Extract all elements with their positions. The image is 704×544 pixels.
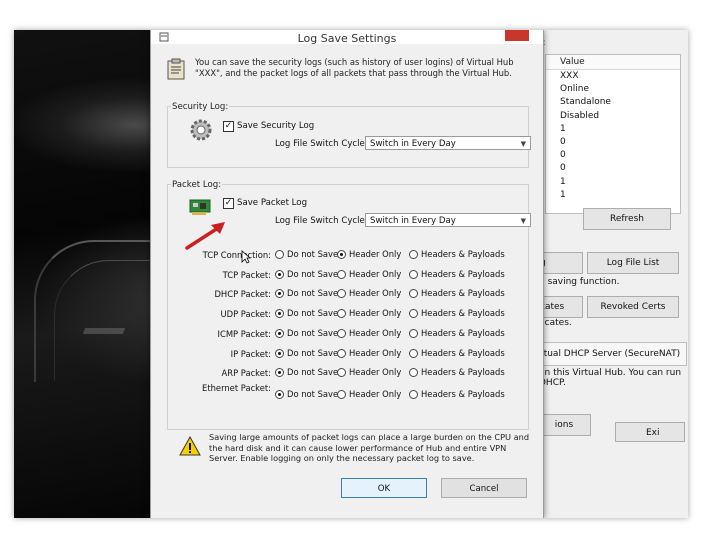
packet-option-label: Do not Save [287, 327, 339, 338]
packet-option-label: Header Only [349, 288, 402, 299]
packet-option-radio[interactable] [337, 250, 346, 259]
packet-option-label: Headers & Payloads [421, 367, 505, 378]
chevron-down-icon: ▼ [520, 217, 526, 225]
packet-option-radio[interactable] [275, 328, 284, 338]
cancel-button[interactable]: Cancel [441, 478, 527, 498]
refresh-button[interactable]: Refresh [583, 208, 671, 230]
list-item[interactable]: Online [546, 83, 680, 96]
log-file-list-button[interactable]: Log File List [587, 252, 679, 274]
packet-option-radio[interactable] [409, 269, 418, 279]
gear-icon [190, 119, 212, 141]
packet-option-label: Do not Save [287, 347, 339, 358]
mouse-cursor-icon [241, 250, 251, 264]
save-packet-log-checkbox[interactable]: ✓ [223, 198, 234, 209]
ok-button[interactable]: OK [341, 478, 427, 498]
red-arrow-annotation [185, 222, 225, 250]
packet-option-radio[interactable] [275, 269, 284, 279]
securenat-group-header: rtual DHCP Server (SecureNAT) [537, 342, 687, 366]
securenat-description-line1: on this Virtual Hub. You can run [539, 368, 682, 378]
packet-option-label: Header Only [349, 249, 402, 259]
packet-option-radio[interactable] [337, 328, 346, 338]
packet-option-label: Do not Save [287, 288, 339, 299]
dialog-title: Log Save Settings [297, 32, 397, 45]
packet-option-label: Headers & Payloads [421, 347, 505, 358]
chevron-down-icon: ▼ [520, 140, 526, 148]
packet-option-label: Do not Save [287, 367, 339, 378]
packet-option-radio[interactable] [409, 348, 418, 358]
packet-option-label: Header Only [349, 388, 402, 399]
save-security-log-label: Save Security Log [237, 121, 315, 131]
list-item[interactable]: Disabled [546, 110, 680, 123]
app-icon [159, 32, 169, 42]
list-item[interactable]: Standalone [546, 96, 680, 109]
packet-option-label: Headers & Payloads [421, 288, 505, 299]
packet-option-label: Headers & Payloads [421, 268, 505, 279]
list-item[interactable]: XXX [546, 70, 680, 83]
dialog-titlebar: Log Save Settings [151, 30, 543, 45]
packet-cycle-value: Switch in Every Day [370, 216, 456, 226]
warning-icon [179, 436, 201, 456]
packet-option-radio[interactable] [409, 250, 418, 259]
screenshot-frame: ): Value XXX Online Standalone Disabled … [14, 30, 688, 518]
packet-option-label: Do not Save [287, 249, 339, 259]
save-packet-log-label: Save Packet Log [237, 198, 308, 208]
packet-row-label: Ethernet Packet: [202, 382, 271, 393]
packet-option-label: Header Only [349, 308, 402, 319]
packet-option-radio[interactable] [275, 389, 284, 399]
packet-option-label: Do not Save [287, 268, 339, 279]
intro-text: You can save the security logs (such as … [195, 57, 514, 78]
packet-option-label: Header Only [349, 327, 402, 338]
revoked-certs-button[interactable]: Revoked Certs [587, 296, 679, 318]
list-item[interactable]: 0 [546, 136, 680, 149]
list-item[interactable]: 0 [546, 149, 680, 162]
clipboard-icon [167, 58, 185, 80]
packet-option-radio[interactable] [275, 250, 284, 259]
packet-option-radio[interactable] [337, 269, 346, 279]
securenat-options-button[interactable]: ions [537, 414, 591, 436]
network-card-icon [189, 199, 211, 215]
packet-option-label: Headers & Payloads [421, 388, 505, 399]
column-header-value[interactable]: Value [546, 55, 680, 70]
security-cycle-value: Switch in Every Day [370, 139, 456, 149]
packet-row-label: TCP Connection: [202, 250, 271, 260]
packet-row-label: DHCP Packet: [214, 289, 271, 300]
packet-option-radio[interactable] [275, 348, 284, 358]
list-item[interactable]: 1 [546, 123, 680, 136]
car-badge [82, 328, 126, 334]
packet-option-radio[interactable] [337, 389, 346, 399]
packet-row-label: UDP Packet: [220, 309, 271, 320]
packet-option-label: Headers & Payloads [421, 308, 505, 319]
security-cycle-label: Log File Switch Cycle: [275, 139, 368, 149]
list-item[interactable]: 0 [546, 162, 680, 175]
packet-option-radio[interactable] [409, 328, 418, 338]
log-save-settings-dialog: Log Save Settings You can save the secur… [150, 30, 544, 518]
close-button[interactable] [505, 30, 529, 41]
warning-text: Saving large amounts of packet logs can … [209, 432, 530, 463]
packet-row-label: IP Packet: [230, 348, 271, 359]
packet-cycle-label: Log File Switch Cycle: [275, 216, 368, 226]
packet-option-label: Header Only [349, 347, 402, 358]
packet-option-radio[interactable] [337, 348, 346, 358]
packet-option-label: Header Only [349, 268, 402, 279]
packet-cycle-select[interactable]: Switch in Every Day ▼ [365, 213, 531, 227]
list-item[interactable]: 1 [546, 176, 680, 189]
packet-log-group-label: Packet Log: [171, 180, 223, 190]
packet-row-label: TCP Packet: [222, 269, 271, 280]
background-window: ): Value XXX Online Standalone Disabled … [534, 30, 688, 518]
save-security-log-checkbox[interactable]: ✓ [223, 121, 234, 132]
exit-button[interactable]: Exi [615, 422, 685, 442]
packet-option-label: Header Only [349, 367, 402, 378]
list-item[interactable]: 1 [546, 189, 680, 202]
log-description-text: g saving function. [539, 277, 620, 287]
packet-row-label: ICMP Packet: [217, 328, 271, 339]
security-log-group-label: Security Log: [171, 102, 230, 112]
hub-properties-list[interactable]: Value XXX Online Standalone Disabled 1 0… [545, 54, 681, 214]
packet-option-label: Headers & Payloads [421, 327, 505, 338]
packet-option-label: Do not Save [287, 388, 339, 399]
packet-option-label: Do not Save [287, 308, 339, 319]
packet-row-label: ARP Packet: [221, 368, 271, 379]
packet-option-label: Headers & Payloads [421, 249, 505, 259]
packet-option-radio[interactable] [409, 389, 418, 399]
security-cycle-select[interactable]: Switch in Every Day ▼ [365, 136, 531, 150]
